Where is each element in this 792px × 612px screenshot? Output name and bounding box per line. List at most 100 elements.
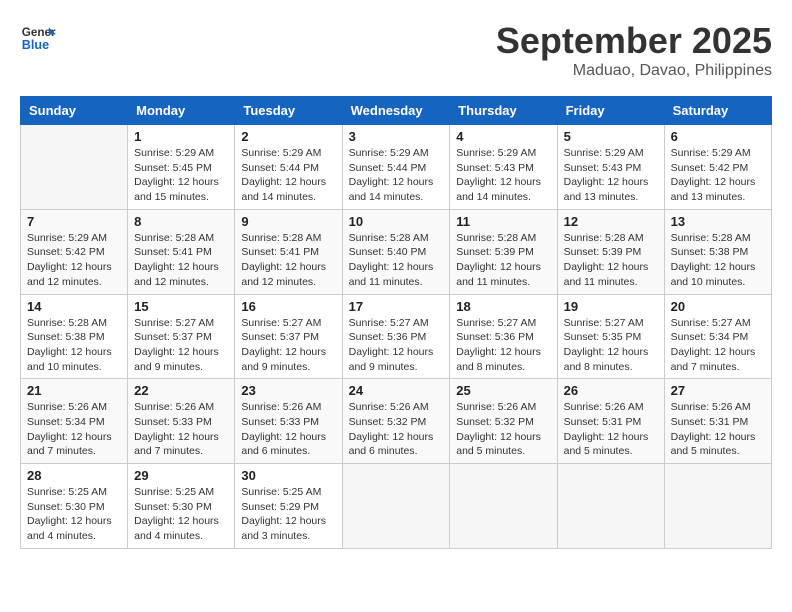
day-number: 8 <box>134 214 228 229</box>
day-number: 23 <box>241 383 335 398</box>
day-info: Sunrise: 5:28 AM Sunset: 5:40 PM Dayligh… <box>349 231 444 290</box>
day-info: Sunrise: 5:27 AM Sunset: 5:36 PM Dayligh… <box>349 316 444 375</box>
day-info: Sunrise: 5:29 AM Sunset: 5:43 PM Dayligh… <box>564 146 658 205</box>
calendar-cell <box>342 464 450 549</box>
calendar-cell: 25 Sunrise: 5:26 AM Sunset: 5:32 PM Dayli… <box>450 379 557 464</box>
day-number: 5 <box>564 129 658 144</box>
title-section: September 2025 Maduao, Davao, Philippine… <box>496 20 772 80</box>
calendar-cell: 18 Sunrise: 5:27 AM Sunset: 5:36 PM Dayli… <box>450 294 557 379</box>
weekday-sunday: Sunday <box>21 97 128 125</box>
location-title: Maduao, Davao, Philippines <box>496 62 772 80</box>
weekday-friday: Friday <box>557 97 664 125</box>
day-number: 30 <box>241 468 335 483</box>
day-info: Sunrise: 5:27 AM Sunset: 5:35 PM Dayligh… <box>564 316 658 375</box>
day-info: Sunrise: 5:26 AM Sunset: 5:31 PM Dayligh… <box>671 400 765 459</box>
calendar-cell: 26 Sunrise: 5:26 AM Sunset: 5:31 PM Dayli… <box>557 379 664 464</box>
day-number: 17 <box>349 299 444 314</box>
calendar-cell: 4 Sunrise: 5:29 AM Sunset: 5:43 PM Daylig… <box>450 125 557 210</box>
week-row-1: 1Sunrise: 5:29 AM Sunset: 5:45 PM Daylig… <box>21 125 772 210</box>
calendar-cell <box>664 464 771 549</box>
day-number: 29 <box>134 468 228 483</box>
page-header: General Blue September 2025 Maduao, Dava… <box>20 20 772 80</box>
day-info: Sunrise: 5:28 AM Sunset: 5:41 PM Dayligh… <box>241 231 335 290</box>
week-row-2: 7Sunrise: 5:29 AM Sunset: 5:42 PM Daylig… <box>21 209 772 294</box>
calendar-cell: 17 Sunrise: 5:27 AM Sunset: 5:36 PM Dayli… <box>342 294 450 379</box>
week-row-4: 21 Sunrise: 5:26 AM Sunset: 5:34 PM Dayli… <box>21 379 772 464</box>
day-number: 10 <box>349 214 444 229</box>
calendar-cell: 27Sunrise: 5:26 AM Sunset: 5:31 PM Dayli… <box>664 379 771 464</box>
calendar-cell: 11 Sunrise: 5:28 AM Sunset: 5:39 PM Dayli… <box>450 209 557 294</box>
day-info: Sunrise: 5:26 AM Sunset: 5:32 PM Dayligh… <box>456 400 550 459</box>
day-number: 20 <box>671 299 765 314</box>
logo: General Blue <box>20 20 56 56</box>
day-number: 9 <box>241 214 335 229</box>
day-number: 21 <box>27 383 121 398</box>
weekday-tuesday: Tuesday <box>235 97 342 125</box>
day-number: 2 <box>241 129 335 144</box>
day-number: 24 <box>349 383 444 398</box>
calendar-body: 1Sunrise: 5:29 AM Sunset: 5:45 PM Daylig… <box>21 125 772 549</box>
day-number: 18 <box>456 299 550 314</box>
calendar-cell <box>557 464 664 549</box>
calendar-cell: 20 Sunrise: 5:27 AM Sunset: 5:34 PM Dayli… <box>664 294 771 379</box>
day-info: Sunrise: 5:29 AM Sunset: 5:45 PM Dayligh… <box>134 146 228 205</box>
weekday-monday: Monday <box>128 97 235 125</box>
logo-icon: General Blue <box>20 20 56 56</box>
calendar-cell: 28 Sunrise: 5:25 AM Sunset: 5:30 PM Dayli… <box>21 464 128 549</box>
calendar-cell: 23 Sunrise: 5:26 AM Sunset: 5:33 PM Dayli… <box>235 379 342 464</box>
day-number: 12 <box>564 214 658 229</box>
day-info: Sunrise: 5:25 AM Sunset: 5:30 PM Dayligh… <box>27 485 121 544</box>
calendar-cell <box>450 464 557 549</box>
day-number: 26 <box>564 383 658 398</box>
calendar-cell: 1Sunrise: 5:29 AM Sunset: 5:45 PM Daylig… <box>128 125 235 210</box>
day-info: Sunrise: 5:29 AM Sunset: 5:43 PM Dayligh… <box>456 146 550 205</box>
day-info: Sunrise: 5:27 AM Sunset: 5:37 PM Dayligh… <box>241 316 335 375</box>
day-number: 4 <box>456 129 550 144</box>
weekday-wednesday: Wednesday <box>342 97 450 125</box>
day-number: 14 <box>27 299 121 314</box>
day-info: Sunrise: 5:28 AM Sunset: 5:39 PM Dayligh… <box>456 231 550 290</box>
calendar-cell: 8 Sunrise: 5:28 AM Sunset: 5:41 PM Daylig… <box>128 209 235 294</box>
week-row-3: 14 Sunrise: 5:28 AM Sunset: 5:38 PM Dayli… <box>21 294 772 379</box>
day-info: Sunrise: 5:28 AM Sunset: 5:41 PM Dayligh… <box>134 231 228 290</box>
day-number: 13 <box>671 214 765 229</box>
calendar-cell: 2 Sunrise: 5:29 AM Sunset: 5:44 PM Daylig… <box>235 125 342 210</box>
calendar-cell: 14 Sunrise: 5:28 AM Sunset: 5:38 PM Dayli… <box>21 294 128 379</box>
calendar-cell: 3 Sunrise: 5:29 AM Sunset: 5:44 PM Daylig… <box>342 125 450 210</box>
calendar-cell: 6 Sunrise: 5:29 AM Sunset: 5:42 PM Daylig… <box>664 125 771 210</box>
day-info: Sunrise: 5:26 AM Sunset: 5:31 PM Dayligh… <box>564 400 658 459</box>
calendar-cell: 10 Sunrise: 5:28 AM Sunset: 5:40 PM Dayli… <box>342 209 450 294</box>
calendar-cell: 16Sunrise: 5:27 AM Sunset: 5:37 PM Dayli… <box>235 294 342 379</box>
weekday-saturday: Saturday <box>664 97 771 125</box>
day-info: Sunrise: 5:26 AM Sunset: 5:33 PM Dayligh… <box>134 400 228 459</box>
calendar-cell: 7Sunrise: 5:29 AM Sunset: 5:42 PM Daylig… <box>21 209 128 294</box>
calendar-cell: 21 Sunrise: 5:26 AM Sunset: 5:34 PM Dayli… <box>21 379 128 464</box>
day-number: 6 <box>671 129 765 144</box>
calendar-cell: 15Sunrise: 5:27 AM Sunset: 5:37 PM Dayli… <box>128 294 235 379</box>
day-number: 3 <box>349 129 444 144</box>
day-number: 28 <box>27 468 121 483</box>
calendar-cell: 12 Sunrise: 5:28 AM Sunset: 5:39 PM Dayli… <box>557 209 664 294</box>
calendar-cell: 5 Sunrise: 5:29 AM Sunset: 5:43 PM Daylig… <box>557 125 664 210</box>
svg-text:Blue: Blue <box>22 38 49 52</box>
day-info: Sunrise: 5:25 AM Sunset: 5:29 PM Dayligh… <box>241 485 335 544</box>
day-number: 25 <box>456 383 550 398</box>
day-info: Sunrise: 5:28 AM Sunset: 5:39 PM Dayligh… <box>564 231 658 290</box>
day-info: Sunrise: 5:27 AM Sunset: 5:36 PM Dayligh… <box>456 316 550 375</box>
day-info: Sunrise: 5:25 AM Sunset: 5:30 PM Dayligh… <box>134 485 228 544</box>
day-number: 22 <box>134 383 228 398</box>
calendar-table: SundayMondayTuesdayWednesdayThursdayFrid… <box>20 96 772 549</box>
day-number: 11 <box>456 214 550 229</box>
day-info: Sunrise: 5:29 AM Sunset: 5:42 PM Dayligh… <box>27 231 121 290</box>
day-info: Sunrise: 5:28 AM Sunset: 5:38 PM Dayligh… <box>27 316 121 375</box>
day-info: Sunrise: 5:26 AM Sunset: 5:34 PM Dayligh… <box>27 400 121 459</box>
calendar-cell: 30 Sunrise: 5:25 AM Sunset: 5:29 PM Dayli… <box>235 464 342 549</box>
day-info: Sunrise: 5:29 AM Sunset: 5:44 PM Dayligh… <box>349 146 444 205</box>
calendar-cell: 9 Sunrise: 5:28 AM Sunset: 5:41 PM Daylig… <box>235 209 342 294</box>
day-info: Sunrise: 5:29 AM Sunset: 5:42 PM Dayligh… <box>671 146 765 205</box>
week-row-5: 28 Sunrise: 5:25 AM Sunset: 5:30 PM Dayli… <box>21 464 772 549</box>
day-info: Sunrise: 5:29 AM Sunset: 5:44 PM Dayligh… <box>241 146 335 205</box>
calendar-cell: 13Sunrise: 5:28 AM Sunset: 5:38 PM Dayli… <box>664 209 771 294</box>
day-info: Sunrise: 5:26 AM Sunset: 5:33 PM Dayligh… <box>241 400 335 459</box>
day-info: Sunrise: 5:27 AM Sunset: 5:34 PM Dayligh… <box>671 316 765 375</box>
